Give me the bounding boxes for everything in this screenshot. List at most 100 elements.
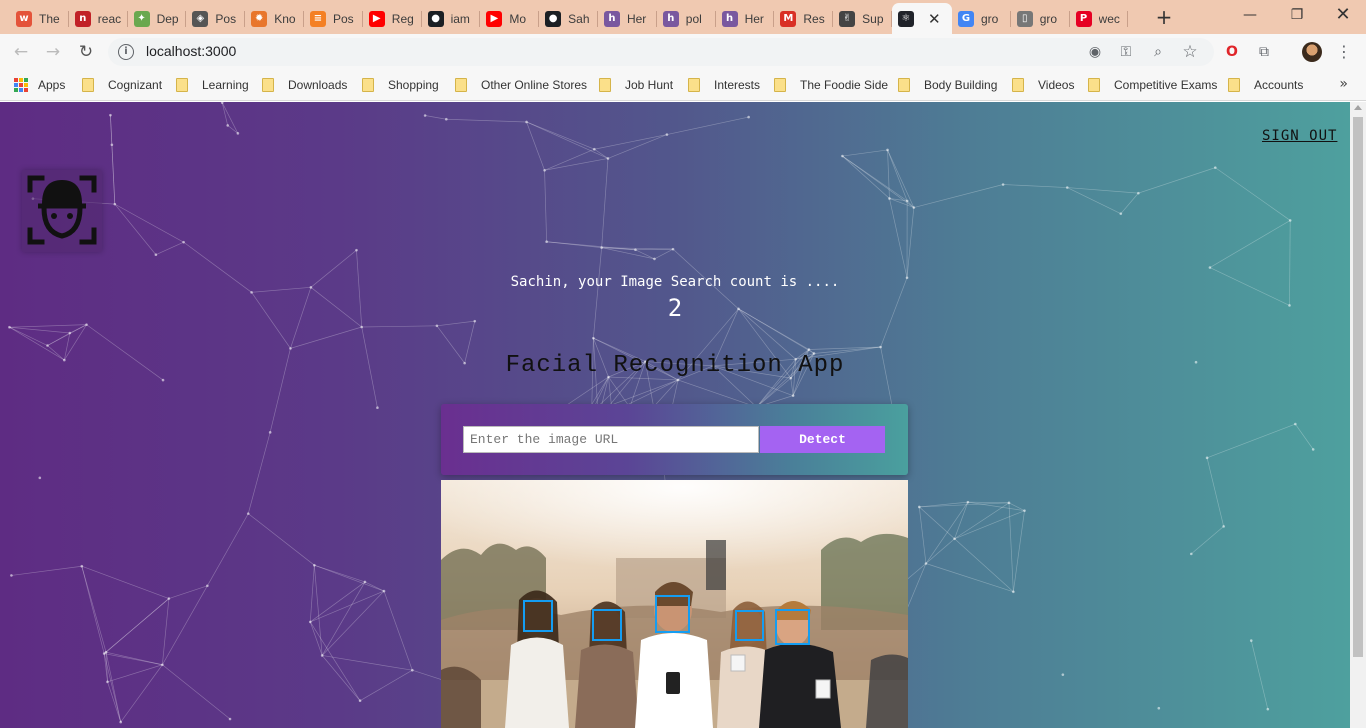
close-window-button[interactable]: ✕ [1328, 4, 1358, 26]
heroku-icon: h [662, 10, 679, 27]
star-bookmark-icon[interactable]: ☆ [1180, 42, 1200, 62]
browser-tab[interactable]: h pol [657, 3, 716, 34]
sign-out-link[interactable]: SIGN OUT [1262, 128, 1337, 144]
browser-tab[interactable]: ▶ Reg [363, 3, 422, 34]
menu-kebab-icon[interactable]: ⋮ [1334, 42, 1354, 62]
browser-tab[interactable]: ✦ Dep [128, 3, 187, 34]
bookmark-downloads[interactable]: Downloads [262, 76, 347, 94]
site-info-icon[interactable]: i [118, 44, 134, 60]
heroku-icon: h [603, 10, 620, 27]
scroll-thumb[interactable] [1353, 117, 1363, 657]
folder-icon [688, 78, 700, 92]
tab-title: Pos [332, 11, 354, 26]
bookmark-other-online-stores[interactable]: Other Online Stores [455, 76, 587, 94]
browser-tab[interactable]: M Res [774, 3, 833, 34]
folder-icon [599, 78, 611, 92]
zoom-icon[interactable]: ⌕ [1148, 42, 1168, 62]
browser-tab[interactable]: ● iam [422, 3, 481, 34]
browser-tab[interactable]: ✹ Kno [245, 3, 304, 34]
tab-title: Her [626, 11, 647, 26]
npm-icon: n [74, 10, 91, 27]
close-tab-icon[interactable]: ✕ [928, 10, 941, 28]
document-icon: ▯ [1016, 10, 1033, 27]
extension-icon[interactable]: ⧉ [1254, 42, 1274, 62]
image-count-value: 2 [667, 294, 683, 322]
restore-button[interactable]: ❐ [1282, 4, 1312, 26]
bookmark-competitive-exams[interactable]: Competitive Exams [1088, 76, 1217, 94]
minimize-button[interactable]: — [1235, 4, 1265, 26]
puzzle-icon: ✦ [133, 10, 150, 27]
browser-tab[interactable]: n reac [69, 3, 128, 34]
scroll-up-icon[interactable] [1354, 105, 1362, 110]
browser-tab[interactable]: Ggro [952, 3, 1011, 34]
image-link-form: Detect [441, 404, 908, 475]
folder-icon [774, 78, 786, 92]
apps-grid-icon [14, 78, 28, 92]
folder-icon [262, 78, 274, 92]
browser-tab[interactable]: ▶ Mo [480, 3, 539, 34]
bookmark-job-hunt[interactable]: Job Hunt [599, 76, 673, 94]
browser-tab[interactable]: ▯ gro [1011, 3, 1070, 34]
browser-tab[interactable]: h Her [716, 3, 775, 34]
tab-title: Res [803, 11, 825, 26]
tab-title: Her [744, 11, 764, 26]
youtube-icon: ▶ [368, 10, 385, 27]
bookmark-interests[interactable]: Interests [688, 76, 760, 94]
folder-icon [1012, 78, 1024, 92]
image-url-input[interactable] [463, 426, 759, 453]
browser-tab[interactable]: h Her [598, 3, 657, 34]
heroku-icon: h [721, 10, 738, 27]
key-icon[interactable]: ⚿ [1116, 42, 1136, 62]
browser-tab[interactable]: ✌ Sup [833, 3, 892, 34]
tab-active[interactable]: ⚛ ✕ [891, 3, 952, 34]
gear-flower-icon: ✹ [251, 10, 268, 27]
tab-title: wec [1098, 11, 1120, 26]
camera-blocked-icon[interactable]: ◉ [1085, 42, 1105, 62]
page-scrollbar[interactable] [1350, 102, 1366, 728]
folder-icon [1228, 78, 1240, 92]
folder-icon [82, 78, 94, 92]
brand-logo[interactable] [22, 170, 102, 252]
stackoverflow-icon: ≡ [309, 10, 326, 27]
bookmark-cognizant[interactable]: Cognizant [82, 76, 162, 94]
bookmark-label: Cognizant [108, 78, 163, 92]
browser-tab[interactable]: w The [10, 3, 69, 34]
bookmark-label: The Foodie Side [800, 78, 889, 92]
opera-extension-icon[interactable]: O [1222, 42, 1242, 62]
address-bar[interactable]: i localhost:3000 [108, 38, 1214, 66]
app-title: Facial Recognition App [505, 352, 845, 379]
bookmark-body-building[interactable]: Body Building [898, 76, 997, 94]
bookmark-apps[interactable]: Apps [14, 76, 65, 94]
youtube-icon: ▶ [486, 10, 503, 27]
bookmark-the-foodie-side[interactable]: The Foodie Side [774, 76, 888, 94]
address-url[interactable]: localhost:3000 [146, 43, 236, 59]
diamond-icon: ◈ [192, 10, 209, 27]
browser-tab[interactable]: Pwec [1070, 3, 1129, 34]
face-bounding-box [592, 609, 622, 641]
bookmark-videos[interactable]: Videos [1012, 76, 1074, 94]
browser-tab[interactable]: ◈ Pos [186, 3, 245, 34]
tab-title: reac [97, 11, 122, 26]
browser-tab[interactable]: ● Sah [539, 3, 598, 34]
new-tab-button[interactable]: + [1153, 6, 1175, 28]
tab-list: w The n reac ✦ Dep ◈ Pos ✹ Kno ≡ Pos ▶ Reg ● iam ▶ Mo ● Sah… [10, 3, 1129, 34]
reload-icon[interactable]: ↻ [74, 40, 98, 64]
bookmark-shopping[interactable]: Shopping [362, 76, 439, 94]
bookmarks-overflow-icon[interactable]: » [1339, 76, 1348, 92]
back-arrow-icon[interactable]: ← [9, 40, 33, 64]
folder-icon [176, 78, 188, 92]
react-icon: ⚛ [897, 10, 914, 27]
bookmark-label: Job Hunt [625, 78, 674, 92]
detect-button[interactable]: Detect [760, 426, 885, 453]
tab-title: gro [1039, 11, 1058, 26]
browser-tab[interactable]: ≡ Pos [304, 3, 363, 34]
bookmark-label: Apps [38, 78, 66, 92]
tab-title: Pos [215, 11, 237, 26]
profile-avatar[interactable] [1302, 42, 1322, 62]
bookmark-learning[interactable]: Learning [176, 76, 249, 94]
browser-toolbar: ← → ↻ i localhost:3000 ◉ ⚿ ⌕ ☆ O ⧉ ⋮ [0, 34, 1366, 70]
bookmark-accounts[interactable]: Accounts [1228, 76, 1303, 94]
forward-arrow-icon[interactable]: → [41, 40, 65, 64]
tab-title: The [39, 11, 60, 26]
folder-icon [898, 78, 910, 92]
